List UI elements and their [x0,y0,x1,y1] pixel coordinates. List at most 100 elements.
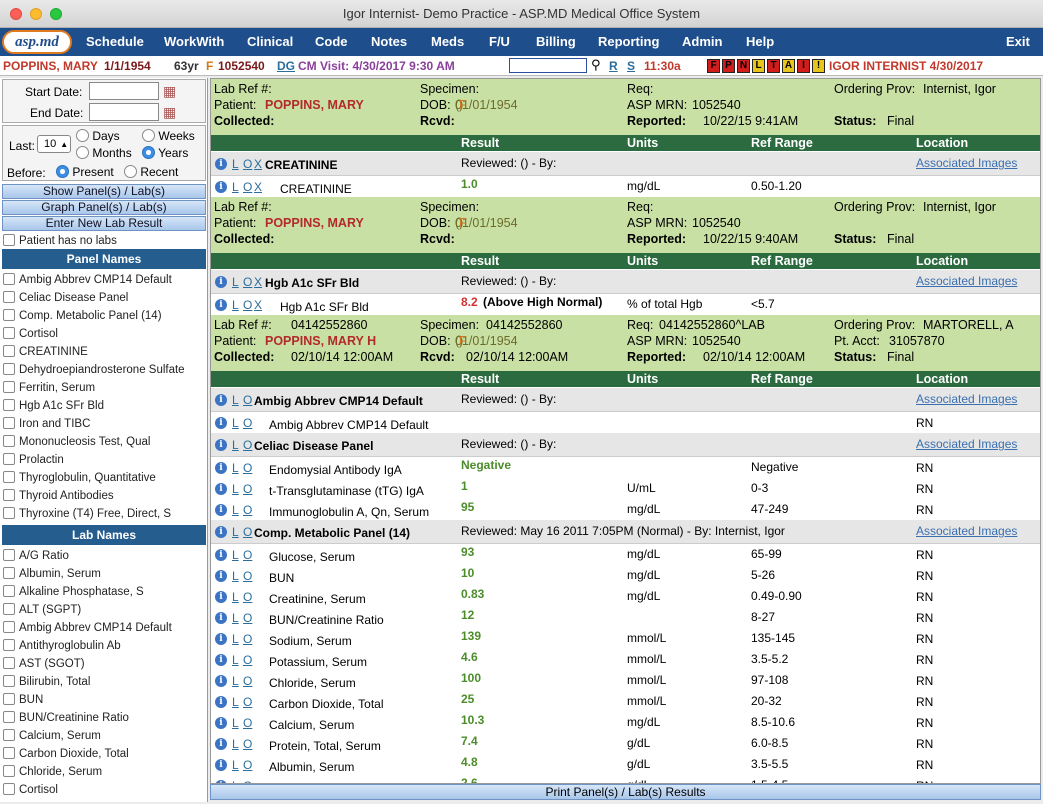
info-icon[interactable]: i [215,158,227,170]
months-radio[interactable]: Months [76,146,132,160]
checkbox-icon[interactable] [3,399,15,411]
nav-fu[interactable]: F/U [489,34,510,49]
start-calendar-icon[interactable]: ▦ [163,83,176,100]
l-link[interactable]: L [232,157,239,171]
patient-name[interactable]: POPPINS, MARY [3,59,98,73]
o-link[interactable]: O [243,482,252,496]
checkbox-icon[interactable] [3,471,15,483]
x-link[interactable]: X [254,180,262,194]
o-link[interactable]: O [243,716,252,730]
show-panels-button[interactable]: Show Panel(s) / Lab(s) [2,184,206,199]
checkbox-icon[interactable] [3,639,15,651]
flag-a[interactable]: A [782,59,795,73]
l-link[interactable]: L [232,632,239,646]
info-icon[interactable]: i [215,675,227,687]
info-icon[interactable]: i [215,717,227,729]
s-link[interactable]: S [627,59,635,73]
checkbox-icon[interactable] [3,603,15,615]
flag-t[interactable]: T [767,59,780,73]
o-link[interactable]: O [243,275,252,289]
nav-help[interactable]: Help [746,34,774,49]
last-count-stepper[interactable]: 10 ▲ [37,135,71,153]
flag-f[interactable]: F [707,59,720,73]
flag-l[interactable]: L [752,59,765,73]
o-link[interactable]: O [243,461,252,475]
checkbox-icon[interactable] [3,747,15,759]
info-icon[interactable]: i [215,654,227,666]
panel-name-item[interactable]: Prolactin [3,452,64,470]
panel-name-item[interactable]: Cortisol [3,326,58,344]
x-link[interactable]: X [254,298,262,312]
lab-name-item[interactable]: BUN/Creatinine Ratio [3,710,129,728]
checkbox-icon[interactable] [3,291,15,303]
info-icon[interactable]: i [215,526,227,538]
checkbox-icon[interactable] [3,435,15,447]
l-link[interactable]: L [232,393,239,407]
o-link[interactable]: O [243,525,252,539]
l-link[interactable]: L [232,180,239,194]
lab-name-item[interactable]: Albumin, Serum [3,566,101,584]
checkbox-icon[interactable] [3,765,15,777]
o-link[interactable]: O [243,653,252,667]
o-link[interactable]: O [243,695,252,709]
panel-name-item[interactable]: Thyroglobulin, Quantitative [3,470,156,488]
info-icon[interactable]: i [215,394,227,406]
panel-name-item[interactable]: Comp. Metabolic Panel (14) [3,308,162,326]
lab-name-item[interactable]: Ambig Abbrev CMP14 Default [3,620,172,638]
l-link[interactable]: L [232,758,239,772]
search-icon[interactable]: ⚲ [591,57,601,73]
checkbox-icon[interactable] [3,585,15,597]
checkbox-icon[interactable] [3,729,15,741]
print-results-button[interactable]: Print Panel(s) / Lab(s) Results [210,784,1041,800]
lab-name-item[interactable]: BUN [3,692,43,710]
info-icon[interactable]: i [215,570,227,582]
checkbox-icon[interactable] [3,363,15,375]
lab-name-item[interactable]: AST (SGOT) [3,656,85,674]
nav-reporting[interactable]: Reporting [598,34,659,49]
o-link[interactable]: O [243,632,252,646]
lab-name-item[interactable]: Antithyroglobulin Ab [3,638,121,656]
panel-name-item[interactable]: Ferritin, Serum [3,380,95,398]
recent-radio[interactable]: Recent [124,165,178,179]
l-link[interactable]: L [232,525,239,539]
panel-name-item[interactable]: Ambig Abbrev CMP14 Default [3,272,172,290]
patient-search-input[interactable] [509,58,587,73]
nav-billing[interactable]: Billing [536,34,576,49]
flag-n[interactable]: N [737,59,750,73]
info-icon[interactable]: i [215,462,227,474]
years-radio[interactable]: Years [142,146,188,160]
x-link[interactable]: X [254,275,262,289]
o-link[interactable]: O [243,393,252,407]
checkbox-icon[interactable] [3,507,15,519]
nav-exit[interactable]: Exit [1006,34,1030,49]
checkbox-icon[interactable] [3,711,15,723]
associated-images-link[interactable]: Associated Images [916,156,1017,170]
info-icon[interactable]: i [215,549,227,561]
info-icon[interactable]: i [215,417,227,429]
checkbox-icon[interactable] [3,273,15,285]
l-link[interactable]: L [232,611,239,625]
o-link[interactable]: O [243,590,252,604]
info-icon[interactable]: i [215,181,227,193]
flag-i[interactable]: I [797,59,810,73]
flag-p[interactable]: P [722,59,735,73]
o-link[interactable]: O [243,758,252,772]
lab-name-item[interactable]: Chloride, Serum [3,764,102,782]
checkbox-icon[interactable] [3,309,15,321]
panel-name-item[interactable]: Dehydroepiandrosterone Sulfate [3,362,185,380]
panel-name-item[interactable]: CREATININE [3,344,88,362]
weeks-radio[interactable]: Weeks [142,129,195,143]
lab-name-item[interactable]: Calcium, Serum [3,728,101,746]
info-icon[interactable]: i [215,439,227,451]
panel-name-item[interactable]: Celiac Disease Panel [3,290,128,308]
l-link[interactable]: L [232,653,239,667]
nav-clinical[interactable]: Clinical [247,34,293,49]
o-link[interactable]: O [243,438,252,452]
days-radio[interactable]: Days [76,129,120,143]
nav-admin[interactable]: Admin [682,34,722,49]
checkbox-icon[interactable] [3,657,15,669]
checkbox-icon[interactable] [3,693,15,705]
enter-lab-result-button[interactable]: Enter New Lab Result [2,216,206,231]
checkbox-icon[interactable] [3,345,15,357]
o-link[interactable]: O [243,548,252,562]
